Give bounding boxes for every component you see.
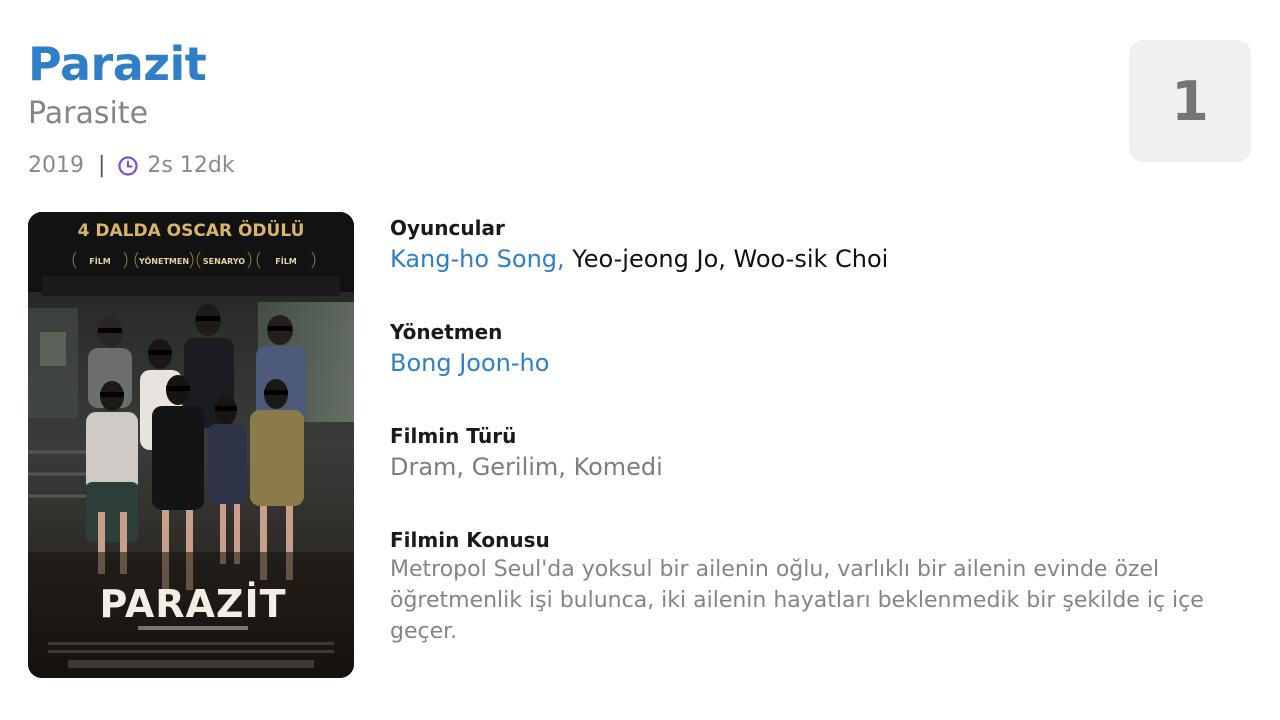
cast-link[interactable]: Woo-sik Choi <box>734 245 889 273</box>
poster-award-category: FİLM <box>275 256 297 266</box>
poster-award-category: FİLM <box>89 256 111 266</box>
rank-number: 1 <box>1171 69 1209 133</box>
director-link[interactable]: Bong Joon-ho <box>390 346 549 380</box>
release-year: 2019 <box>28 153 84 178</box>
cast-separator: , <box>718 245 734 273</box>
plot-summary: Metropol Seul'da yoksul bir ailenin oğlu… <box>390 557 1204 644</box>
cast-list: Kang-ho Song, Yeo-jeong Jo, Woo-sik Choi <box>390 242 888 276</box>
poster-award-banner: 4 DALDA OSCAR ÖDÜLÜ <box>78 219 305 241</box>
cast-section: Oyuncular Kang-ho Song, Yeo-jeong Jo, Wo… <box>390 214 888 276</box>
director-label: Yönetmen <box>390 320 503 344</box>
clock-icon <box>118 156 139 176</box>
movie-title: Parazit <box>28 37 207 91</box>
movie-meta: 2019 | 2s 12dk <box>28 150 235 182</box>
cast-link[interactable]: Yeo-jeong Jo <box>572 245 718 273</box>
cast-link[interactable]: Kang-ho Song <box>390 245 557 273</box>
plot-section: Filmin Konusu Metropol Seul'da yoksul bi… <box>390 526 1260 647</box>
poster-title: PARAZİT <box>99 582 286 626</box>
poster-image: 4 DALDA OSCAR ÖDÜLÜ FİLM YÖNETMEN SENARY… <box>28 212 354 678</box>
director-section: Yönetmen Bong Joon-ho <box>390 318 549 380</box>
poster-award-category: SENARYO <box>203 257 245 266</box>
cast-separator: , <box>557 245 573 273</box>
genre-label: Filmin Türü <box>390 424 517 448</box>
movie-poster[interactable]: 4 DALDA OSCAR ÖDÜLÜ FİLM YÖNETMEN SENARY… <box>28 212 354 678</box>
movie-original-title: Parasite <box>28 96 149 131</box>
cast-label: Oyuncular <box>390 216 505 240</box>
meta-separator: | <box>98 153 106 178</box>
duration: 2s 12dk <box>147 153 235 178</box>
plot-label: Filmin Konusu <box>390 528 550 552</box>
poster-award-category: YÖNETMEN <box>138 256 189 266</box>
genre-section: Filmin Türü Dram, Gerilim, Komedi <box>390 422 663 484</box>
genre-list: Dram, Gerilim, Komedi <box>390 453 663 481</box>
rank-badge: 1 <box>1129 40 1251 162</box>
